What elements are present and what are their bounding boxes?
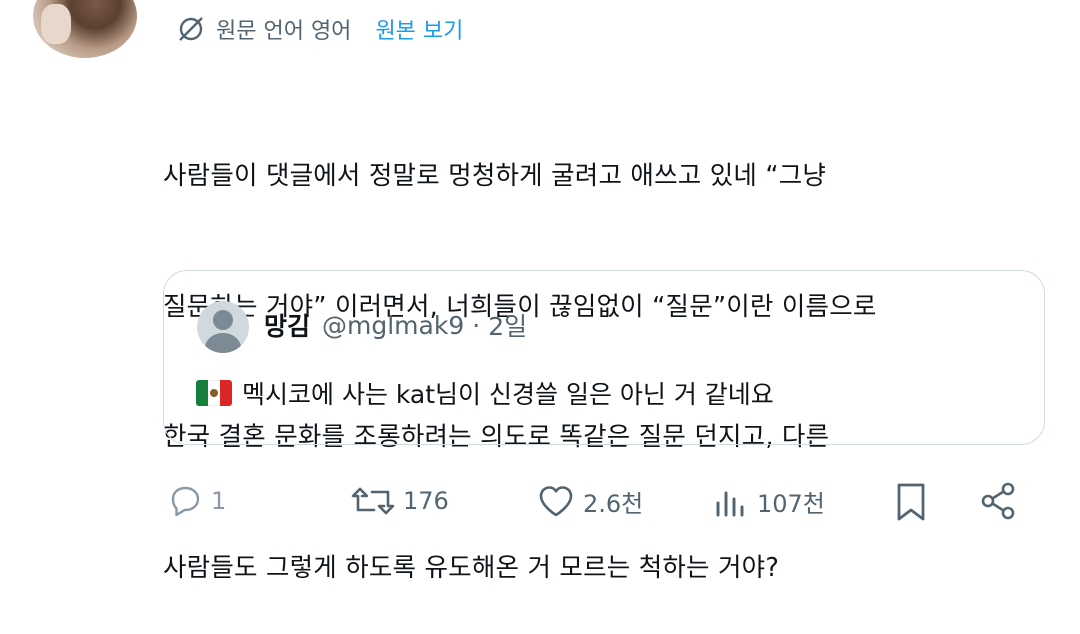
views-button[interactable]: 107천	[711, 478, 825, 524]
like-button[interactable]: 2.6천	[535, 478, 643, 524]
bookmark-icon	[897, 483, 925, 521]
like-count: 2.6천	[583, 489, 644, 518]
author-avatar[interactable]	[33, 0, 137, 58]
separator-dot: ·	[472, 310, 481, 340]
default-avatar-shoulders	[205, 333, 241, 353]
retweet-icon	[351, 487, 395, 515]
reply-icon	[171, 486, 200, 517]
translation-notice: 원문 언어 영어 원본 보기	[176, 12, 463, 46]
quoted-author-name[interactable]: 망김	[264, 307, 310, 343]
tweet-line: 사람들이 댓글에서 정말로 멍청하게 굴려고 애쓰고 있네 “그냥	[163, 161, 827, 191]
share-icon	[981, 482, 1015, 520]
tweet-actions-bar: 1 176 2.6천 107천	[165, 478, 1025, 524]
quoted-tweet-header: 망김 @mglmak9 · 2일	[264, 307, 527, 343]
translate-icon	[179, 17, 203, 41]
share-button[interactable]	[977, 478, 1021, 524]
reply-count: 1	[211, 487, 227, 515]
tweet-line: 사람들도 그렇게 하도록 유도해온 거 모르는 척하는 거야?	[163, 552, 780, 583]
quoted-tweet-body: 멕시코에 사는 kat님이 신경쓸 일은 아닌 거 같네요	[242, 380, 774, 409]
quoted-author-handle[interactable]: @mglmak9	[322, 311, 464, 340]
view-original-link[interactable]: 원본 보기	[375, 13, 463, 45]
translation-label: 원문 언어 영어	[216, 19, 352, 44]
quoted-author-avatar[interactable]	[197, 301, 249, 353]
quoted-tweet-text: 멕시코에 사는 kat님이 신경쓸 일은 아닌 거 같네요	[196, 375, 774, 411]
bookmark-button[interactable]	[891, 478, 931, 524]
avatar-photo-detail	[41, 4, 71, 44]
reply-button[interactable]: 1	[165, 478, 226, 524]
views-chart-icon	[716, 491, 744, 517]
quoted-tweet-time[interactable]: 2일	[488, 307, 527, 343]
quoted-tweet[interactable]: 망김 @mglmak9 · 2일 멕시코에 사는 kat님이 신경쓸 일은 아닌…	[163, 270, 1045, 445]
mexico-flag-icon	[196, 380, 232, 406]
retweet-button[interactable]: 176	[349, 478, 449, 524]
view-count: 107천	[757, 489, 825, 518]
retweet-count: 176	[403, 487, 449, 515]
default-avatar-head	[213, 310, 233, 330]
heart-icon	[539, 486, 573, 517]
